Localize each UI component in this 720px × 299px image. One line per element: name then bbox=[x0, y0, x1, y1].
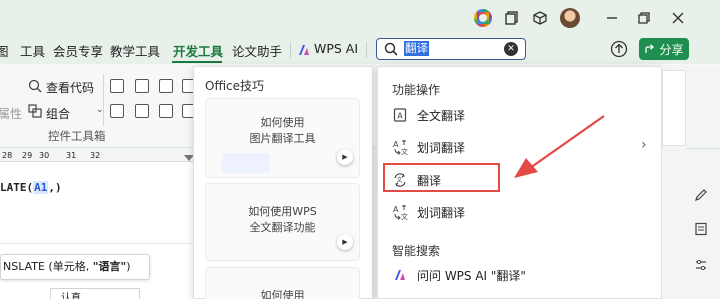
word-translate-icon: A文 bbox=[392, 204, 408, 220]
tip-card-3[interactable]: 如何使用 bbox=[205, 267, 360, 299]
combine-icon bbox=[28, 104, 42, 121]
cell-hint: 认直 bbox=[50, 288, 140, 299]
menu-item-member[interactable]: 会员专享 bbox=[53, 41, 103, 59]
share-icon bbox=[645, 43, 655, 53]
control-icon-2[interactable] bbox=[135, 79, 149, 93]
tip-card-1-line1: 如何使用 bbox=[260, 116, 305, 129]
svg-text:文: 文 bbox=[401, 212, 408, 220]
result-ask-wps-ai[interactable]: 问问 WPS AI "翻译" bbox=[386, 263, 654, 287]
result-full-translate-label: 全文翻译 bbox=[417, 108, 466, 123]
share-button[interactable]: 分享 bbox=[639, 38, 689, 60]
result-ask-wps-ai-label: 问问 WPS AI "翻译" bbox=[417, 268, 526, 283]
result-word-translate-2[interactable]: A文 划词翻译 bbox=[386, 200, 654, 224]
restore-icon[interactable] bbox=[634, 8, 654, 28]
avatar[interactable] bbox=[560, 8, 580, 28]
ruler-tick: 30 bbox=[39, 151, 50, 160]
office-tips-panel: Office技巧 如何使用 图片翻译工具 ▶ 如何使用WPS 全文翻译功能 ▶ … bbox=[193, 66, 373, 299]
tips-title: Office技巧 bbox=[205, 79, 265, 93]
copilot-icon-center bbox=[479, 14, 487, 22]
menu-item-developer[interactable]: 开发工具 bbox=[173, 41, 223, 59]
active-tab-underline bbox=[172, 61, 222, 63]
search-icon bbox=[384, 42, 398, 59]
section-title-actions: 功能操作 bbox=[392, 83, 441, 97]
control-icon-6[interactable] bbox=[135, 104, 149, 118]
pointer-arrow-icon bbox=[514, 115, 605, 178]
formula-ref: A1 bbox=[33, 181, 49, 194]
menu-divider bbox=[290, 42, 291, 58]
document-translate-icon: A bbox=[392, 107, 408, 123]
control-icon-3[interactable] bbox=[159, 79, 173, 93]
formula-prefix: LATE( bbox=[0, 181, 34, 194]
upload-icon[interactable] bbox=[610, 40, 628, 61]
svg-text:A: A bbox=[393, 140, 399, 149]
minimize-icon[interactable] bbox=[602, 8, 622, 28]
wps-ai-icon bbox=[392, 267, 408, 283]
settings-icon[interactable] bbox=[694, 258, 708, 275]
ruler-tick: 31 bbox=[66, 151, 77, 160]
search-query-text[interactable]: 翻译 bbox=[404, 41, 429, 56]
control-icon-5[interactable] bbox=[110, 104, 124, 118]
tip-card-2[interactable]: 如何使用WPS 全文翻译功能 ▶ bbox=[205, 183, 360, 261]
ruler-tick: 28 bbox=[2, 151, 13, 160]
tip-card-1-line2: 图片翻译工具 bbox=[249, 132, 316, 145]
tip-card-2-line1: 如何使用WPS bbox=[248, 205, 317, 218]
clear-search-icon[interactable]: ✕ bbox=[504, 42, 518, 56]
hint-suffix: ) bbox=[126, 260, 131, 273]
play-icon[interactable]: ▶ bbox=[337, 234, 353, 250]
highlight-box bbox=[383, 163, 500, 192]
menu-divider-2 bbox=[366, 42, 367, 58]
cell-border bbox=[0, 243, 200, 244]
menu-item-thesis[interactable]: 论文助手 bbox=[232, 41, 282, 59]
word-translate-icon: A文 bbox=[392, 139, 408, 155]
ruler-tick: 32 bbox=[90, 151, 101, 160]
play-icon[interactable]: ▶ bbox=[337, 149, 353, 165]
control-icon-7[interactable] bbox=[159, 104, 173, 118]
ruler-tick: 29 bbox=[22, 151, 33, 160]
share-label: 分享 bbox=[659, 42, 684, 57]
pen-icon[interactable] bbox=[694, 188, 708, 205]
combine-button[interactable]: 组合 bbox=[46, 105, 70, 122]
result-word-translate-2-label: 划词翻译 bbox=[417, 205, 466, 220]
properties-button[interactable]: 属性 bbox=[0, 105, 22, 122]
view-code-icon bbox=[28, 79, 42, 96]
cube-icon[interactable] bbox=[530, 8, 550, 28]
formula-suffix: ,) bbox=[48, 181, 62, 194]
svg-text:A: A bbox=[397, 112, 403, 121]
tip-card-2-line2: 全文翻译功能 bbox=[249, 221, 316, 234]
function-hint-tooltip: NSLATE (单元格, "语言") bbox=[0, 254, 150, 280]
chevron-right-icon[interactable]: › bbox=[641, 137, 647, 153]
svg-text:A: A bbox=[393, 205, 399, 214]
formula-text[interactable]: LATE(A1,) bbox=[0, 181, 62, 194]
view-code-button[interactable]: 查看代码 bbox=[46, 79, 94, 96]
ribbon-divider bbox=[103, 74, 104, 126]
menu-item-teaching[interactable]: 教学工具 bbox=[110, 41, 160, 59]
menu-item-wps-ai[interactable]: WPS AI bbox=[314, 41, 358, 59]
tip-card-1-thumb bbox=[222, 153, 270, 173]
section-title-smart-search: 智能搜索 bbox=[392, 244, 441, 258]
close-icon[interactable] bbox=[668, 8, 688, 28]
control-icon-1[interactable] bbox=[110, 79, 124, 93]
outline-icon[interactable] bbox=[694, 222, 708, 239]
svg-text:文: 文 bbox=[401, 147, 408, 155]
menu-item-tools[interactable]: 工具 bbox=[20, 41, 45, 59]
right-side-card bbox=[662, 70, 686, 146]
control-toolbox-label: 控件工具箱 bbox=[48, 129, 106, 143]
right-strip-divider bbox=[686, 148, 720, 149]
window-stack-icon[interactable] bbox=[502, 8, 522, 28]
tip-card-3-line1: 如何使用 bbox=[260, 289, 305, 299]
wps-ai-icon bbox=[298, 44, 310, 56]
menu-item-partial[interactable]: 图 bbox=[0, 41, 9, 59]
hint-strong: "语言" bbox=[92, 260, 127, 273]
tip-card-1[interactable]: 如何使用 图片翻译工具 ▶ bbox=[205, 98, 360, 178]
hint-prefix: NSLATE (单元格, bbox=[3, 260, 93, 273]
result-word-translate-label: 划词翻译 bbox=[417, 140, 466, 155]
